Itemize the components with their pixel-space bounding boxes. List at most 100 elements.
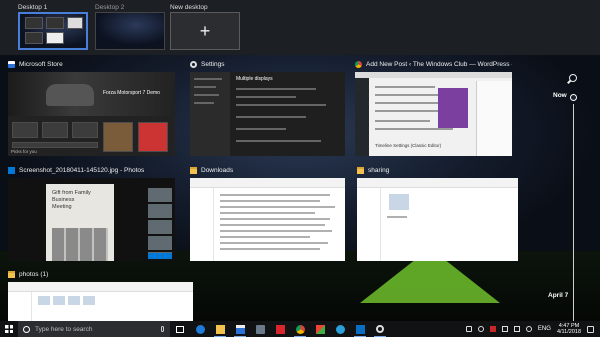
- store-icon: [8, 61, 15, 68]
- window-title: photos (1): [19, 271, 49, 278]
- new-desktop-button[interactable]: +: [170, 12, 240, 50]
- chrome-icon: [295, 324, 305, 334]
- explorer-thumbnail: [357, 178, 518, 261]
- settings-thumbnail: Multiple displays: [190, 72, 345, 156]
- window-title-bar: Screenshot_20180411-145120.jpg - Photos: [8, 165, 175, 176]
- settings-sidebar: [190, 72, 230, 156]
- desktop-2-label: Desktop 2: [95, 4, 125, 11]
- settings-heading: Multiple displays: [236, 76, 273, 82]
- chrome-icon: [355, 61, 362, 68]
- clock[interactable]: 4:47 PM 4/11/2018: [557, 323, 581, 336]
- onedrive-icon[interactable]: [501, 326, 508, 332]
- store-hero-text: Forza Motorsport 7 Demo: [103, 90, 160, 96]
- gear-icon: [376, 325, 384, 333]
- window-downloads[interactable]: Downloads: [190, 165, 345, 261]
- text-line: [236, 88, 316, 90]
- store-tile: [138, 122, 168, 152]
- file-row: [220, 236, 310, 238]
- telegram-icon: [335, 324, 345, 334]
- file-row: [220, 224, 325, 226]
- text-line: [236, 96, 296, 98]
- file-row: [220, 194, 330, 196]
- text-line: [194, 102, 214, 104]
- search-placeholder: Type here to search: [35, 325, 93, 333]
- new-desktop[interactable]: New desktop +: [170, 3, 240, 50]
- text-line: [194, 78, 222, 80]
- mini-window: [25, 17, 43, 29]
- post-caption: Timeline Settings (Classic Editor): [375, 143, 442, 148]
- window-microsoft-store[interactable]: Microsoft Store Forza Motorsport 7 Demo …: [8, 59, 175, 156]
- timeline-handle[interactable]: [570, 94, 577, 101]
- task-view-icon: [176, 325, 184, 333]
- window-title: Downloads: [201, 167, 234, 174]
- start-button[interactable]: [0, 321, 18, 337]
- window-photos-folder[interactable]: photos (1): [8, 269, 193, 321]
- file-row: [220, 200, 320, 202]
- gear-icon: [190, 61, 197, 68]
- window-title: Microsoft Store: [19, 61, 63, 68]
- text-line: [375, 86, 435, 88]
- taskbar-chrome[interactable]: [290, 321, 310, 337]
- search-icon[interactable]: [569, 74, 577, 82]
- photo-caption: Gift from Family Business Meeting: [52, 190, 91, 210]
- taskbar-settings[interactable]: [370, 321, 390, 337]
- timeline-scrubber[interactable]: Now April 7: [548, 70, 592, 330]
- microphone-icon[interactable]: [161, 326, 164, 332]
- text-line: [194, 94, 219, 96]
- taskbar-store[interactable]: [230, 321, 250, 337]
- window-photos[interactable]: Screenshot_20180411-145120.jpg - Photos …: [8, 165, 175, 261]
- taskbar-task-view[interactable]: [170, 321, 190, 337]
- file-thumbnail: [389, 194, 409, 210]
- window-title-bar: Add New Post ‹ The Windows Club — WordPr…: [355, 59, 512, 70]
- taskbar-edge[interactable]: [190, 321, 210, 337]
- antivirus-icon[interactable]: [489, 326, 496, 332]
- people-icon[interactable]: [465, 326, 472, 332]
- taskbar-photos[interactable]: [350, 321, 370, 337]
- briefcase-icon: [255, 324, 265, 334]
- volume-icon[interactable]: [525, 326, 532, 332]
- desktop-1[interactable]: Desktop 1: [18, 3, 88, 50]
- desktop-2-thumbnail[interactable]: [95, 12, 165, 50]
- file-row: [220, 242, 328, 244]
- text-line: [236, 116, 306, 118]
- new-desktop-label: New desktop: [170, 4, 208, 11]
- action-center-icon[interactable]: [587, 325, 594, 333]
- system-tray: ENG 4:47 PM 4/11/2018: [465, 323, 600, 336]
- mini-window: [46, 17, 64, 29]
- clock-date: 4/11/2018: [556, 329, 581, 335]
- taskbar-red-app[interactable]: [270, 321, 290, 337]
- timeline-date-label: April 7: [548, 292, 569, 299]
- photos-icon: [8, 167, 15, 174]
- file-row: [220, 212, 315, 214]
- taskbar-briefcase[interactable]: [250, 321, 270, 337]
- taskbar-paint[interactable]: [310, 321, 330, 337]
- car-image: [46, 84, 94, 106]
- language-indicator[interactable]: ENG: [538, 326, 551, 332]
- explorer-nav-pane: [8, 292, 32, 321]
- edge-icon: [195, 324, 205, 334]
- desktop-1-thumbnail[interactable]: [18, 12, 88, 50]
- explorer-thumbnail: [190, 178, 345, 261]
- battery-icon[interactable]: [513, 326, 520, 332]
- wp-editor-sidebar: [476, 81, 512, 156]
- taskbar-search-box[interactable]: Type here to search: [18, 321, 170, 337]
- desktop-2[interactable]: Desktop 2: [95, 3, 165, 50]
- network-icon[interactable]: [477, 326, 484, 332]
- window-settings[interactable]: Settings Multiple displays: [190, 59, 345, 156]
- taskbar-file-explorer[interactable]: [210, 321, 230, 337]
- store-thumbnail: Forza Motorsport 7 Demo Picks for you: [8, 72, 175, 156]
- cortana-icon: [23, 325, 30, 333]
- taskbar-telegram[interactable]: [330, 321, 350, 337]
- window-chrome-wordpress[interactable]: Add New Post ‹ The Windows Club — WordPr…: [355, 59, 512, 156]
- virtual-desktops-bar: Desktop 1 Desktop 2 New desktop +: [0, 0, 600, 55]
- file-thumbnail: [68, 296, 80, 305]
- store-icon: [235, 324, 245, 334]
- store-tile: [12, 122, 38, 138]
- photo-image: Gift from Family Business Meeting: [46, 184, 114, 261]
- folder-icon: [8, 271, 15, 278]
- photo-filmstrip: [148, 188, 172, 253]
- photos-icon: [355, 324, 365, 334]
- folder-icon: [190, 167, 197, 174]
- window-sharing[interactable]: sharing: [357, 165, 518, 261]
- timeline-now-label: Now: [553, 92, 567, 99]
